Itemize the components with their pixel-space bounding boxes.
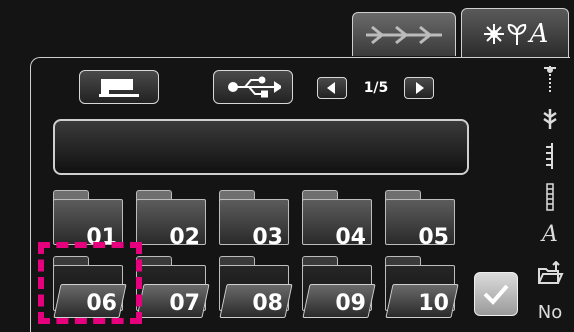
folder-09[interactable]: 09 bbox=[302, 256, 376, 318]
buttonhole-icon bbox=[546, 183, 554, 211]
page-indicator: 1/5 bbox=[363, 80, 389, 96]
next-page-button[interactable] bbox=[404, 77, 434, 99]
folder-10[interactable]: 10 bbox=[385, 256, 459, 318]
decorative-stitch-icon bbox=[366, 25, 442, 44]
usb-icon bbox=[228, 76, 281, 98]
tab-letter-label: A bbox=[529, 18, 549, 49]
leaf-icon bbox=[507, 23, 526, 45]
arrow-left-icon bbox=[327, 82, 335, 94]
usb-button[interactable] bbox=[213, 70, 293, 104]
sewing-machine-icon bbox=[99, 79, 139, 97]
tab-letter[interactable]: A bbox=[461, 8, 569, 58]
sidebar-item-utility[interactable] bbox=[536, 62, 564, 96]
decorative-icon bbox=[543, 109, 557, 129]
folder-label: 03 bbox=[252, 225, 283, 250]
folder-label: 09 bbox=[335, 291, 366, 316]
tab-stitch[interactable] bbox=[352, 12, 456, 56]
sidebar-item-buttonhole[interactable] bbox=[536, 180, 564, 214]
folder-04[interactable]: 04 bbox=[302, 190, 374, 252]
folder-03[interactable]: 03 bbox=[219, 190, 291, 252]
folder-label: 08 bbox=[252, 291, 283, 316]
satin-stitch-icon bbox=[546, 143, 553, 169]
sidebar-item-satin[interactable] bbox=[536, 140, 564, 172]
sidebar-item-folder[interactable] bbox=[536, 258, 564, 290]
sidebar-item-number[interactable]: No bbox=[536, 298, 564, 326]
folder-05[interactable]: 05 bbox=[385, 190, 457, 252]
folder-label: 05 bbox=[418, 225, 449, 250]
folder-label: 02 bbox=[169, 225, 200, 250]
sidebar-item-decorative[interactable] bbox=[536, 106, 564, 132]
selection-highlight bbox=[38, 242, 142, 324]
folder-label: 04 bbox=[335, 225, 366, 250]
open-folder-icon bbox=[538, 261, 564, 284]
ok-button[interactable] bbox=[474, 272, 518, 316]
arrow-right-icon bbox=[416, 82, 424, 94]
folder-02[interactable]: 02 bbox=[136, 190, 208, 252]
machine-memory-button[interactable] bbox=[79, 70, 159, 104]
folder-08[interactable]: 08 bbox=[219, 256, 293, 318]
folder-label: 10 bbox=[418, 291, 449, 316]
utility-stitch-icon bbox=[544, 66, 556, 94]
flower-icon bbox=[483, 23, 504, 44]
pattern-name-field[interactable] bbox=[53, 119, 469, 175]
folder-07[interactable]: 07 bbox=[136, 256, 210, 318]
sidebar-no-label: No bbox=[537, 301, 563, 323]
sidebar-item-letter[interactable]: A bbox=[536, 218, 564, 250]
folder-label: 07 bbox=[169, 291, 200, 316]
checkmark-icon bbox=[483, 284, 509, 305]
sidebar-letter-label: A bbox=[542, 221, 558, 247]
prev-page-button[interactable] bbox=[317, 77, 347, 99]
